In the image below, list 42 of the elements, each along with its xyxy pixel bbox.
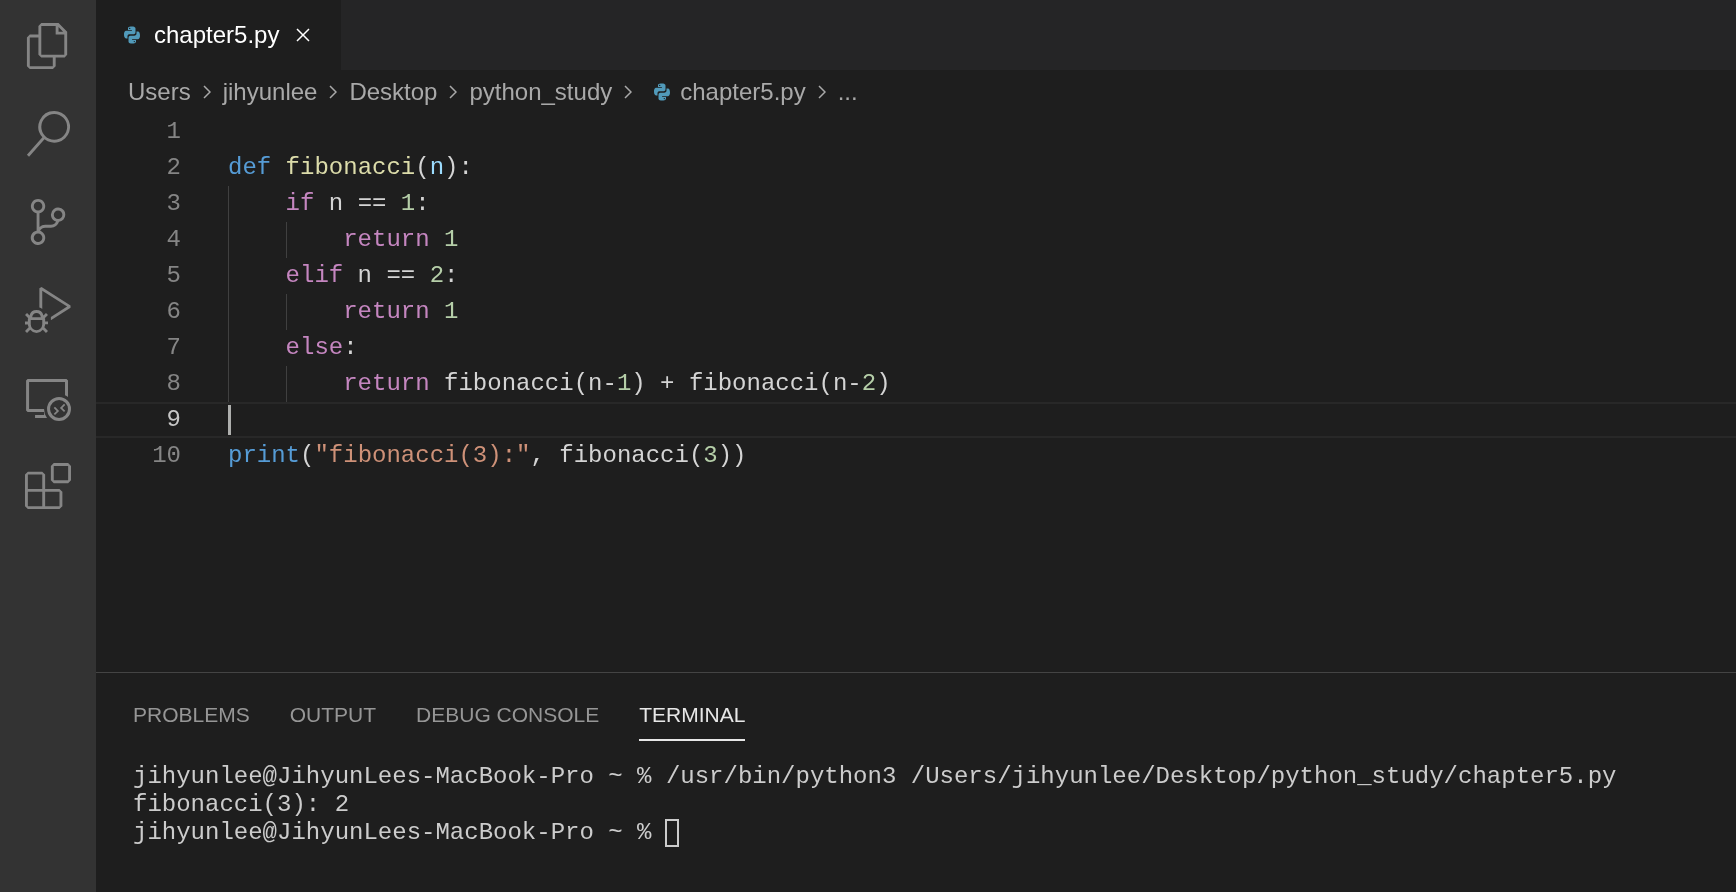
terminal-line: fibonacci(3): 2 bbox=[133, 790, 350, 819]
line-number: 1 bbox=[165, 117, 181, 147]
line-number: 10 bbox=[151, 441, 181, 471]
terminal-line: jihyunlee@JihyunLees-MacBook-Pro ~ % /usr/bin/python3 /Users/jihyunlee/Desktop/python_study/chapter5.py bbox=[133, 762, 1617, 791]
code-line: return 1 bbox=[342, 297, 459, 327]
line-number: 8 bbox=[165, 369, 181, 399]
line-number: 3 bbox=[165, 189, 181, 219]
blocks-icon[interactable] bbox=[22, 460, 74, 512]
chevron-icon bbox=[624, 85, 633, 99]
breadcrumb-item[interactable]: jihyunlee bbox=[222, 74, 318, 110]
panel-tab[interactable]: PROBLEMS bbox=[133, 699, 250, 741]
line-number: 7 bbox=[165, 333, 181, 363]
breadcrumb-item[interactable]: Desktop bbox=[349, 74, 438, 110]
breadcrumb-item[interactable]: chapter5.py bbox=[680, 74, 806, 110]
python-icon bbox=[652, 82, 673, 102]
panel-tab[interactable]: OUTPUT bbox=[289, 699, 377, 741]
line-number: 5 bbox=[165, 261, 181, 291]
python-icon bbox=[122, 25, 142, 45]
line-number: 9 bbox=[165, 405, 181, 435]
line-number: 4 bbox=[165, 225, 181, 255]
chevron-icon bbox=[817, 85, 826, 99]
breadcrumb-item[interactable]: ... bbox=[837, 74, 858, 110]
chevron-icon bbox=[449, 85, 458, 99]
chevron-icon bbox=[202, 85, 211, 99]
code-line: elif n == 2: bbox=[284, 261, 459, 291]
chevron-icon bbox=[329, 85, 338, 99]
text-cursor bbox=[228, 405, 231, 435]
breadcrumb-item[interactable]: Users bbox=[128, 74, 191, 110]
code-line: if n == 1: bbox=[284, 189, 430, 219]
line-number: 2 bbox=[165, 153, 181, 183]
breadcrumb-item[interactable]: python_study bbox=[469, 74, 613, 110]
code-line: print("fibonacci(3):", fibonacci(3)) bbox=[228, 441, 747, 471]
panel-tab[interactable]: TERMINAL bbox=[639, 699, 746, 741]
code-line: return fibonacci(n-1) + fibonacci(n-2) bbox=[342, 369, 891, 399]
code-line: return 1 bbox=[342, 225, 459, 255]
code-line: else: bbox=[284, 333, 358, 363]
code-line: def fibonacci(n): bbox=[228, 153, 473, 183]
line-number: 6 bbox=[165, 297, 181, 327]
terminal-line: jihyunlee@JihyunLees-MacBook-Pro ~ % bbox=[133, 818, 652, 847]
editor-tab[interactable]: chapter5.py bbox=[96, 0, 342, 70]
play-bug-icon[interactable] bbox=[22, 284, 74, 336]
panel-tab[interactable]: DEBUG CONSOLE bbox=[416, 699, 600, 741]
